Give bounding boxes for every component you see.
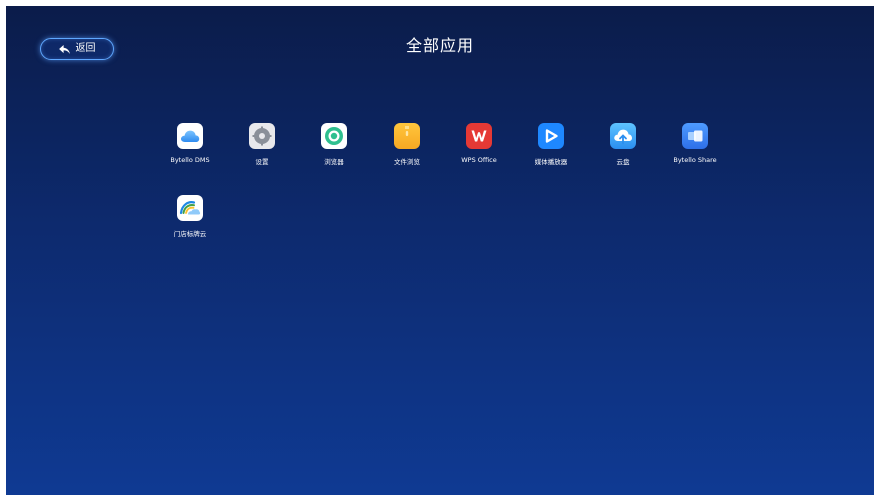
cloud-icon <box>177 123 203 149</box>
folder-icon <box>394 123 420 149</box>
app-label: WPS Office <box>461 156 497 164</box>
app-label: 文件浏览 <box>394 158 420 166</box>
app-store-signage-cloud[interactable]: 门店标牌云 <box>154 195 226 238</box>
app-bytello-share[interactable]: Bytello Share <box>659 123 731 164</box>
browser-icon <box>321 123 347 149</box>
app-settings[interactable]: 设置 <box>226 123 298 166</box>
wps-icon <box>466 123 492 149</box>
gear-icon <box>249 123 275 149</box>
app-label: Bytello DMS <box>170 156 210 164</box>
app-label: 浏览器 <box>324 158 344 166</box>
app-browser[interactable]: 浏览器 <box>298 123 370 166</box>
all-apps-screen: 返回 全部应用 Bytello DMS 设置 浏览器 文件浏览 WPS Offi… <box>6 6 874 495</box>
page-title: 全部应用 <box>405 36 474 55</box>
share-icon <box>682 123 708 149</box>
app-media-player[interactable]: 媒体播放器 <box>515 123 587 166</box>
app-file-browser[interactable]: 文件浏览 <box>371 123 443 166</box>
cloud-upload-icon <box>610 123 636 149</box>
app-label: 门店标牌云 <box>173 230 207 238</box>
app-bytello-dms[interactable]: Bytello DMS <box>154 123 226 164</box>
app-label: Bytello Share <box>673 156 717 164</box>
app-wps-office[interactable]: WPS Office <box>443 123 515 164</box>
app-label: 设置 <box>255 158 269 166</box>
play-icon <box>538 123 564 149</box>
signage-cloud-icon <box>177 195 203 221</box>
app-label: 云盘 <box>616 158 630 166</box>
app-cloud-drive[interactable]: 云盘 <box>587 123 659 166</box>
app-label: 媒体播放器 <box>534 158 568 166</box>
